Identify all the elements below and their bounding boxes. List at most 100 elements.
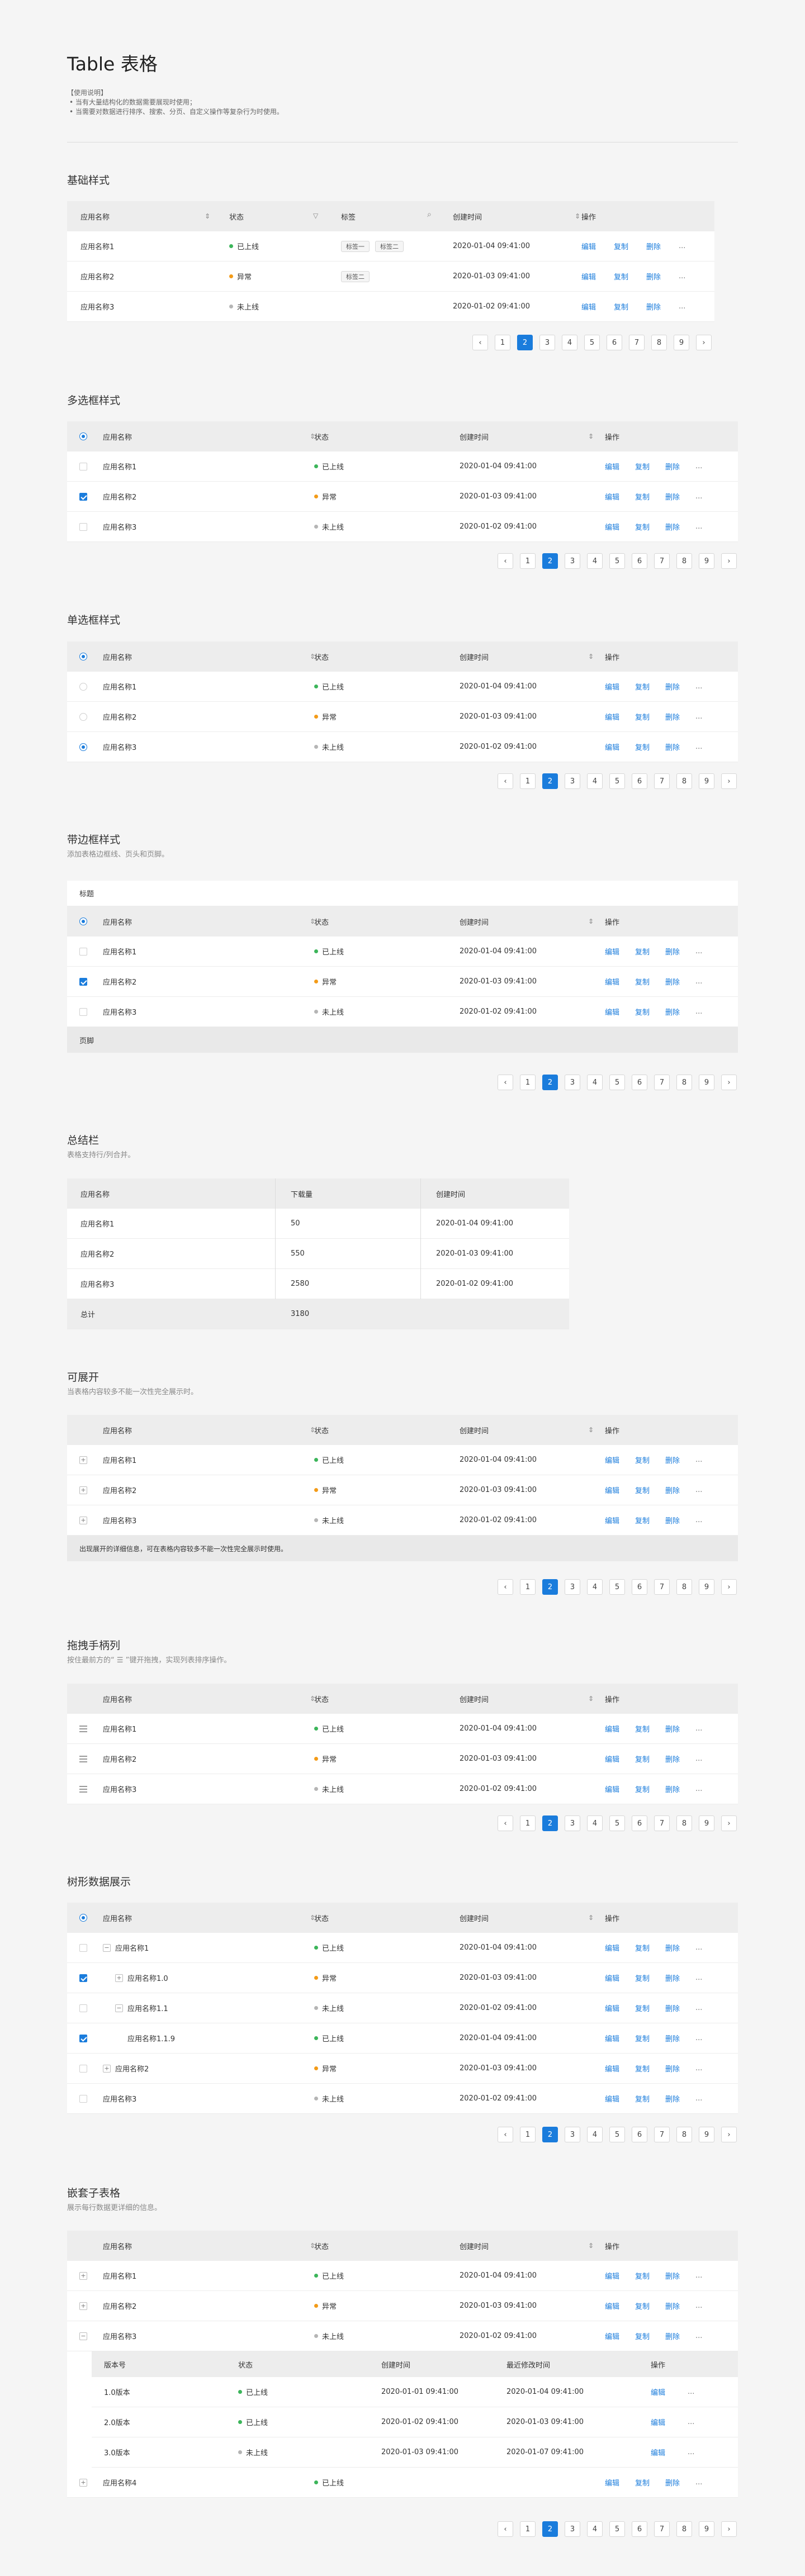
copy-button[interactable]: 复制 <box>635 491 650 502</box>
copy-button[interactable]: 复制 <box>635 1784 650 1794</box>
edit-button[interactable]: 编辑 <box>605 1455 619 1465</box>
copy-button[interactable]: 复制 <box>635 742 650 752</box>
delete-button[interactable]: 删除 <box>665 2063 680 2074</box>
more-icon[interactable]: ... <box>688 2448 694 2456</box>
checkbox-icon[interactable] <box>79 2064 87 2073</box>
page-button[interactable]: 9 <box>699 773 714 789</box>
page-button[interactable]: 1 <box>520 1075 536 1090</box>
row-radio[interactable] <box>79 732 87 762</box>
page-button[interactable]: 6 <box>632 553 647 569</box>
select-all[interactable] <box>79 421 87 451</box>
edit-button[interactable]: 编辑 <box>605 1753 619 1764</box>
copy-button[interactable]: 复制 <box>635 1515 650 1525</box>
next-page-button[interactable]: › <box>721 553 737 569</box>
expand-icon[interactable]: + <box>79 2271 87 2280</box>
page-button[interactable]: 9 <box>699 553 714 569</box>
edit-button[interactable]: 编辑 <box>605 711 619 722</box>
page-button[interactable]: 7 <box>654 773 670 789</box>
copy-button[interactable]: 复制 <box>635 681 650 692</box>
page-button[interactable]: 2 <box>542 1075 558 1090</box>
row-checkbox[interactable] <box>79 997 87 1026</box>
page-button[interactable]: 1 <box>520 1579 536 1595</box>
page-button[interactable]: 1 <box>495 335 510 350</box>
page-button[interactable]: 2 <box>542 1579 558 1595</box>
copy-button[interactable]: 复制 <box>635 1942 650 1953</box>
page-button[interactable]: 1 <box>520 2521 536 2537</box>
page-button[interactable]: 7 <box>654 1815 670 1831</box>
copy-button[interactable]: 复制 <box>635 2270 650 2281</box>
page-button[interactable]: 8 <box>676 1815 692 1831</box>
page-button[interactable]: 6 <box>632 1815 647 1831</box>
delete-button[interactable]: 删除 <box>665 521 680 532</box>
edit-button[interactable]: 编辑 <box>605 1973 619 1983</box>
more-icon[interactable]: ... <box>679 272 685 281</box>
edit-button[interactable]: 编辑 <box>605 2331 619 2341</box>
page-button[interactable]: 3 <box>565 1815 580 1831</box>
copy-button[interactable]: 复制 <box>635 1973 650 1983</box>
expand-icon[interactable]: + <box>79 1486 87 1494</box>
page-button[interactable]: 4 <box>587 2127 603 2142</box>
more-icon[interactable]: ... <box>679 242 685 250</box>
row-checkbox[interactable] <box>79 1933 87 1962</box>
page-button[interactable]: 1 <box>520 1815 536 1831</box>
row-checkbox[interactable] <box>79 451 87 481</box>
edit-button[interactable]: 编辑 <box>581 301 596 312</box>
checkbox-icon[interactable] <box>79 1943 87 1952</box>
edit-button[interactable]: 编辑 <box>605 2063 619 2074</box>
more-icon[interactable]: ... <box>695 1974 702 1982</box>
page-button[interactable]: 8 <box>676 553 692 569</box>
page-button[interactable]: 4 <box>587 1075 603 1090</box>
more-icon[interactable]: ... <box>695 522 702 531</box>
copy-button[interactable]: 复制 <box>635 521 650 532</box>
more-icon[interactable]: ... <box>695 1516 702 1524</box>
page-button[interactable]: 8 <box>676 2127 692 2142</box>
expand-icon[interactable]: + <box>79 1516 87 1524</box>
edit-button[interactable]: 编辑 <box>605 461 619 472</box>
page-button[interactable]: 9 <box>699 1075 714 1090</box>
more-icon[interactable]: ... <box>695 682 702 691</box>
page-button[interactable]: 2 <box>542 553 558 569</box>
more-icon[interactable]: ... <box>695 1943 702 1952</box>
edit-button[interactable]: 编辑 <box>581 241 596 251</box>
copy-button[interactable]: 复制 <box>635 711 650 722</box>
delete-button[interactable]: 删除 <box>665 2331 680 2341</box>
sort-icon[interactable]: ⇕ <box>205 212 210 220</box>
page-button[interactable]: 6 <box>632 2127 647 2142</box>
copy-button[interactable]: 复制 <box>635 461 650 472</box>
row-checkbox[interactable] <box>79 937 87 966</box>
page-button[interactable]: 4 <box>587 773 603 789</box>
expand-toggle[interactable]: + <box>79 1505 87 1535</box>
more-icon[interactable]: ... <box>695 1456 702 1464</box>
page-button[interactable]: 5 <box>609 1579 625 1595</box>
page-button[interactable]: 5 <box>609 1815 625 1831</box>
delete-button[interactable]: 删除 <box>665 2033 680 2043</box>
copy-button[interactable]: 复制 <box>635 2477 650 2488</box>
next-page-button[interactable]: › <box>696 335 712 350</box>
delete-button[interactable]: 删除 <box>665 1942 680 1953</box>
select-all[interactable] <box>79 1903 87 1933</box>
more-icon[interactable]: ... <box>695 712 702 721</box>
copy-button[interactable]: 复制 <box>635 1485 650 1495</box>
page-button[interactable]: 6 <box>632 2521 647 2537</box>
copy-button[interactable]: 复制 <box>635 1455 650 1465</box>
row-checkbox[interactable] <box>79 967 87 996</box>
edit-button[interactable]: 编辑 <box>605 2003 619 2013</box>
page-button[interactable]: 3 <box>565 2127 580 2142</box>
delete-button[interactable]: 删除 <box>665 1784 680 1794</box>
page-button[interactable]: 6 <box>632 1579 647 1595</box>
prev-page-button[interactable]: ‹ <box>498 553 513 569</box>
expand-icon[interactable]: + <box>79 2478 87 2487</box>
page-button[interactable]: 4 <box>562 335 577 350</box>
page-button[interactable]: 3 <box>565 773 580 789</box>
more-icon[interactable]: ... <box>679 302 685 311</box>
copy-button[interactable]: 复制 <box>635 2093 650 2104</box>
page-button[interactable]: 5 <box>609 2521 625 2537</box>
delete-button[interactable]: 删除 <box>665 711 680 722</box>
copy-button[interactable]: 复制 <box>635 1753 650 1764</box>
next-page-button[interactable]: › <box>721 1075 737 1090</box>
edit-button[interactable]: 编辑 <box>605 2093 619 2104</box>
edit-button[interactable]: 编辑 <box>605 1485 619 1495</box>
page-button[interactable]: 1 <box>520 2127 536 2142</box>
page-button[interactable]: 9 <box>699 2521 714 2537</box>
page-button[interactable]: 8 <box>676 1579 692 1595</box>
